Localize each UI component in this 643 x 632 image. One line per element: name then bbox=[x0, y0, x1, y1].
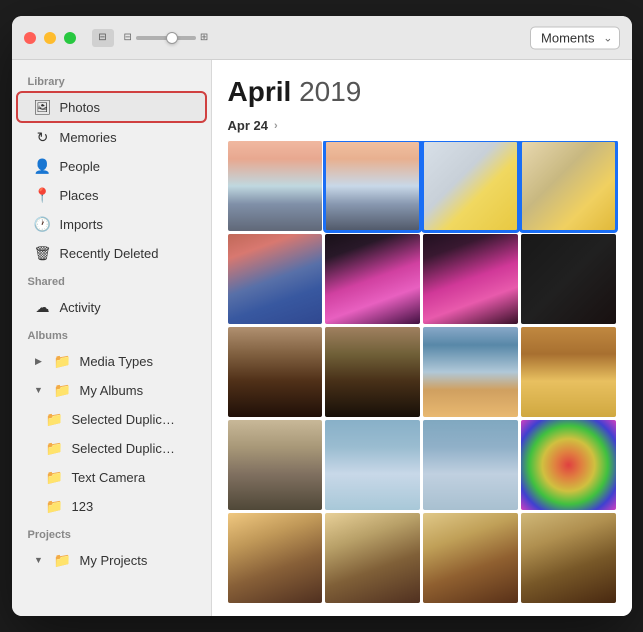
maximize-button[interactable] bbox=[64, 32, 76, 44]
photo-cell-5-4[interactable] bbox=[521, 513, 616, 603]
sidebar-item-selected-duplic-1[interactable]: 📁 Selected Duplic… bbox=[18, 405, 205, 433]
photo-cell-3-2[interactable] bbox=[325, 327, 420, 417]
photo-cell-1-3[interactable] bbox=[423, 141, 518, 231]
albums-section-label: Albums bbox=[12, 322, 211, 346]
sidebar-icon: ⊟ bbox=[98, 32, 106, 43]
photo-cell-2-4[interactable] bbox=[521, 234, 616, 324]
projects-section-label: Projects bbox=[12, 521, 211, 545]
photo-cell-5-2[interactable] bbox=[325, 513, 420, 603]
library-section-label: Library bbox=[12, 68, 211, 92]
disclosure-down-icon: ▼ bbox=[34, 385, 44, 395]
sidebar-item-media-types[interactable]: ▶ 📁 Media Types bbox=[18, 347, 205, 375]
app-window: ⊟ ⊟ ⊞ Moments Library 🖼 Photos bbox=[12, 16, 632, 616]
photo-cell-3-4[interactable] bbox=[521, 327, 616, 417]
memories-icon: ↻ bbox=[34, 128, 52, 146]
sidebar-item-imports-label: Imports bbox=[60, 217, 103, 232]
album-icon-4: 📁 bbox=[46, 497, 64, 515]
photo-grid bbox=[212, 141, 632, 616]
photo-cell-2-2[interactable] bbox=[325, 234, 420, 324]
photos-icon: 🖼 bbox=[34, 98, 52, 116]
minimize-button[interactable] bbox=[44, 32, 56, 44]
album-icon-2: 📁 bbox=[46, 439, 64, 457]
photo-cell-4-1[interactable] bbox=[228, 420, 323, 510]
photo-cell-1-2[interactable] bbox=[325, 141, 420, 231]
projects-folder-icon: 📁 bbox=[54, 551, 72, 569]
close-button[interactable] bbox=[24, 32, 36, 44]
traffic-lights bbox=[24, 32, 76, 44]
date-chevron-icon: › bbox=[274, 120, 278, 132]
sidebar-item-activity[interactable]: ☁ Activity bbox=[18, 293, 205, 321]
sidebar-item-people-label: People bbox=[60, 159, 100, 174]
date-label: Apr 24 bbox=[228, 118, 268, 133]
sidebar-item-my-albums[interactable]: ▼ 📁 My Albums bbox=[18, 376, 205, 404]
sidebar-item-imports[interactable]: 🕐 Imports bbox=[18, 210, 205, 238]
sidebar-item-my-projects[interactable]: ▼ 📁 My Projects bbox=[18, 546, 205, 574]
shared-section-label: Shared bbox=[12, 268, 211, 292]
sidebar-item-selected-duplic-2[interactable]: 📁 Selected Duplic… bbox=[18, 434, 205, 462]
sidebar-item-media-types-label: Media Types bbox=[80, 354, 153, 369]
page-title: April 2019 bbox=[228, 76, 616, 108]
sidebar-item-photos[interactable]: 🖼 Photos bbox=[16, 91, 207, 123]
sidebar-item-places-label: Places bbox=[60, 188, 99, 203]
cloud-icon: ☁ bbox=[34, 298, 52, 316]
titlebar-controls: ⊟ ⊟ ⊞ bbox=[92, 29, 209, 47]
photo-cell-3-1[interactable] bbox=[228, 327, 323, 417]
photo-cell-4-2[interactable] bbox=[325, 420, 420, 510]
photo-cell-5-3[interactable] bbox=[423, 513, 518, 603]
photo-cell-4-3[interactable] bbox=[423, 420, 518, 510]
sidebar-item-recently-deleted-label: Recently Deleted bbox=[60, 246, 159, 261]
sidebar-item-photos-label: Photos bbox=[60, 100, 100, 115]
grid-large-icon: ⊞ bbox=[200, 32, 208, 43]
places-icon: 📍 bbox=[34, 186, 52, 204]
folder-icon: 📁 bbox=[54, 352, 72, 370]
my-projects-disclosure-icon: ▼ bbox=[34, 555, 44, 565]
sidebar-item-selected-duplic-1-label: Selected Duplic… bbox=[72, 412, 175, 427]
slider-thumb bbox=[166, 32, 178, 44]
imports-icon: 🕐 bbox=[34, 215, 52, 233]
sidebar-item-text-camera[interactable]: 📁 Text Camera bbox=[18, 463, 205, 491]
moments-dropdown[interactable]: Moments bbox=[530, 26, 619, 49]
sidebar-item-my-projects-label: My Projects bbox=[80, 553, 148, 568]
sidebar-item-my-albums-label: My Albums bbox=[80, 383, 144, 398]
date-nav[interactable]: Apr 24 › bbox=[212, 114, 632, 141]
photo-cell-1-1[interactable] bbox=[228, 141, 323, 231]
disclosure-right-icon: ▶ bbox=[34, 356, 44, 366]
zoom-slider[interactable] bbox=[136, 36, 196, 40]
titlebar: ⊟ ⊟ ⊞ Moments bbox=[12, 16, 632, 60]
sidebar-toggle-button[interactable]: ⊟ bbox=[92, 29, 114, 47]
sidebar-item-memories[interactable]: ↻ Memories bbox=[18, 123, 205, 151]
sidebar: Library 🖼 Photos ↻ Memories 👤 People 📍 P… bbox=[12, 60, 212, 616]
sidebar-item-memories-label: Memories bbox=[60, 130, 117, 145]
folder2-icon: 📁 bbox=[54, 381, 72, 399]
content-area: April 2019 Apr 24 › bbox=[212, 60, 632, 616]
sidebar-item-123-label: 123 bbox=[72, 499, 94, 514]
sidebar-item-places[interactable]: 📍 Places bbox=[18, 181, 205, 209]
content-header: April 2019 bbox=[212, 60, 632, 114]
main-content: Library 🖼 Photos ↻ Memories 👤 People 📍 P… bbox=[12, 60, 632, 616]
photo-cell-2-1[interactable] bbox=[228, 234, 323, 324]
photo-cell-5-1[interactable] bbox=[228, 513, 323, 603]
photo-cell-4-4[interactable] bbox=[521, 420, 616, 510]
sidebar-item-people[interactable]: 👤 People bbox=[18, 152, 205, 180]
photo-cell-1-4[interactable] bbox=[521, 141, 616, 231]
photo-cell-3-3[interactable] bbox=[423, 327, 518, 417]
people-icon: 👤 bbox=[34, 157, 52, 175]
photo-cell-2-3[interactable] bbox=[423, 234, 518, 324]
album-icon-3: 📁 bbox=[46, 468, 64, 486]
trash-icon: 🗑 bbox=[34, 244, 52, 262]
album-icon-1: 📁 bbox=[46, 410, 64, 428]
sidebar-item-activity-label: Activity bbox=[60, 300, 101, 315]
grid-small-icon: ⊟ bbox=[124, 32, 132, 43]
sidebar-item-123[interactable]: 📁 123 bbox=[18, 492, 205, 520]
sidebar-item-selected-duplic-2-label: Selected Duplic… bbox=[72, 441, 175, 456]
sidebar-item-text-camera-label: Text Camera bbox=[72, 470, 146, 485]
zoom-slider-container: ⊟ ⊞ bbox=[124, 32, 209, 43]
moments-label: Moments bbox=[541, 30, 594, 45]
sidebar-item-recently-deleted[interactable]: 🗑 Recently Deleted bbox=[18, 239, 205, 267]
